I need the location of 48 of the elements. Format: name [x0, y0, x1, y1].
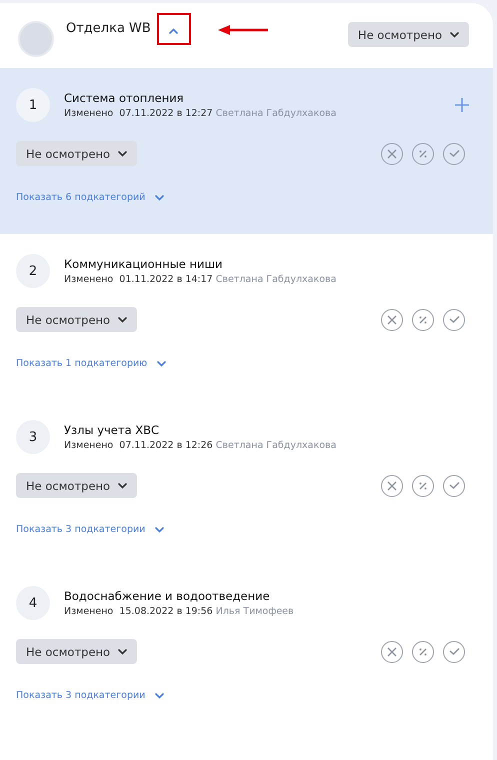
chevron-down-icon — [155, 692, 164, 698]
section-title: Отделка WB — [66, 21, 151, 36]
status-dropdown[interactable]: Не осмотрено — [16, 639, 138, 664]
chevron-down-icon — [155, 526, 164, 532]
check-icon[interactable] — [443, 474, 465, 496]
show-subcategories-link[interactable]: Показать 3 подкатегории — [16, 524, 164, 535]
percent-icon[interactable] — [412, 142, 434, 164]
status-dropdown[interactable]: Не осмотрено — [16, 307, 138, 332]
category-number: 2 — [16, 254, 50, 288]
chevron-down-icon — [118, 316, 128, 322]
category-title: Водоснабжение и водоотведение — [64, 589, 271, 603]
chevron-up-icon — [169, 28, 178, 34]
reject-icon[interactable] — [381, 142, 403, 164]
modified-info: Изменено 01.11.2022 в 14:17 Светлана Габдулхакова — [64, 274, 338, 285]
chevron-down-icon — [450, 32, 459, 38]
modified-info: Изменено 15.08.2022 в 19:56 Илья Тимофеев — [64, 606, 295, 617]
reject-icon[interactable] — [381, 308, 403, 330]
modified-info: Изменено 07.11.2022 в 12:27 Светлана Габдулхакова — [64, 108, 338, 119]
check-icon[interactable] — [443, 308, 465, 330]
percent-icon[interactable] — [412, 308, 434, 330]
status-dropdown[interactable]: Не осмотрено — [348, 22, 469, 47]
category-number: 4 — [16, 586, 50, 620]
status-dropdown[interactable]: Не осмотрено — [16, 473, 138, 498]
add-icon[interactable] — [453, 96, 471, 114]
category-number: 3 — [16, 420, 50, 454]
chevron-down-icon — [118, 482, 128, 488]
highlight-frame — [157, 13, 191, 45]
category-title: Коммуникационные ниши — [64, 257, 224, 271]
check-icon[interactable] — [443, 142, 465, 164]
chevron-down-icon — [155, 194, 164, 200]
avatar — [18, 21, 54, 57]
category-number: 1 — [16, 88, 50, 122]
modified-info: Изменено 07.11.2022 в 12:26 Светлана Габдулхакова — [64, 440, 338, 451]
show-subcategories-link[interactable]: Показать 1 подкатегорию — [16, 358, 166, 369]
percent-icon[interactable] — [412, 474, 434, 496]
check-icon[interactable] — [443, 640, 465, 662]
chevron-down-icon — [118, 150, 128, 156]
reject-icon[interactable] — [381, 640, 403, 662]
category-row[interactable]: 1 Система отопления Изменено 07.11.2022 в 12:27 Светлана Габдулхакова Не осмотрено Показать 6 подкатегорий — [0, 68, 493, 234]
reject-icon[interactable] — [381, 474, 403, 496]
percent-icon[interactable] — [412, 640, 434, 662]
chevron-down-icon — [157, 360, 166, 366]
chevron-down-icon — [118, 648, 128, 654]
category-title: Система отопления — [64, 91, 185, 105]
annotation-arrow — [218, 25, 268, 35]
category-title: Узлы учета ХВС — [64, 423, 160, 437]
show-subcategories-link[interactable]: Показать 3 подкатегории — [16, 690, 164, 701]
status-dropdown[interactable]: Не осмотрено — [16, 141, 138, 166]
